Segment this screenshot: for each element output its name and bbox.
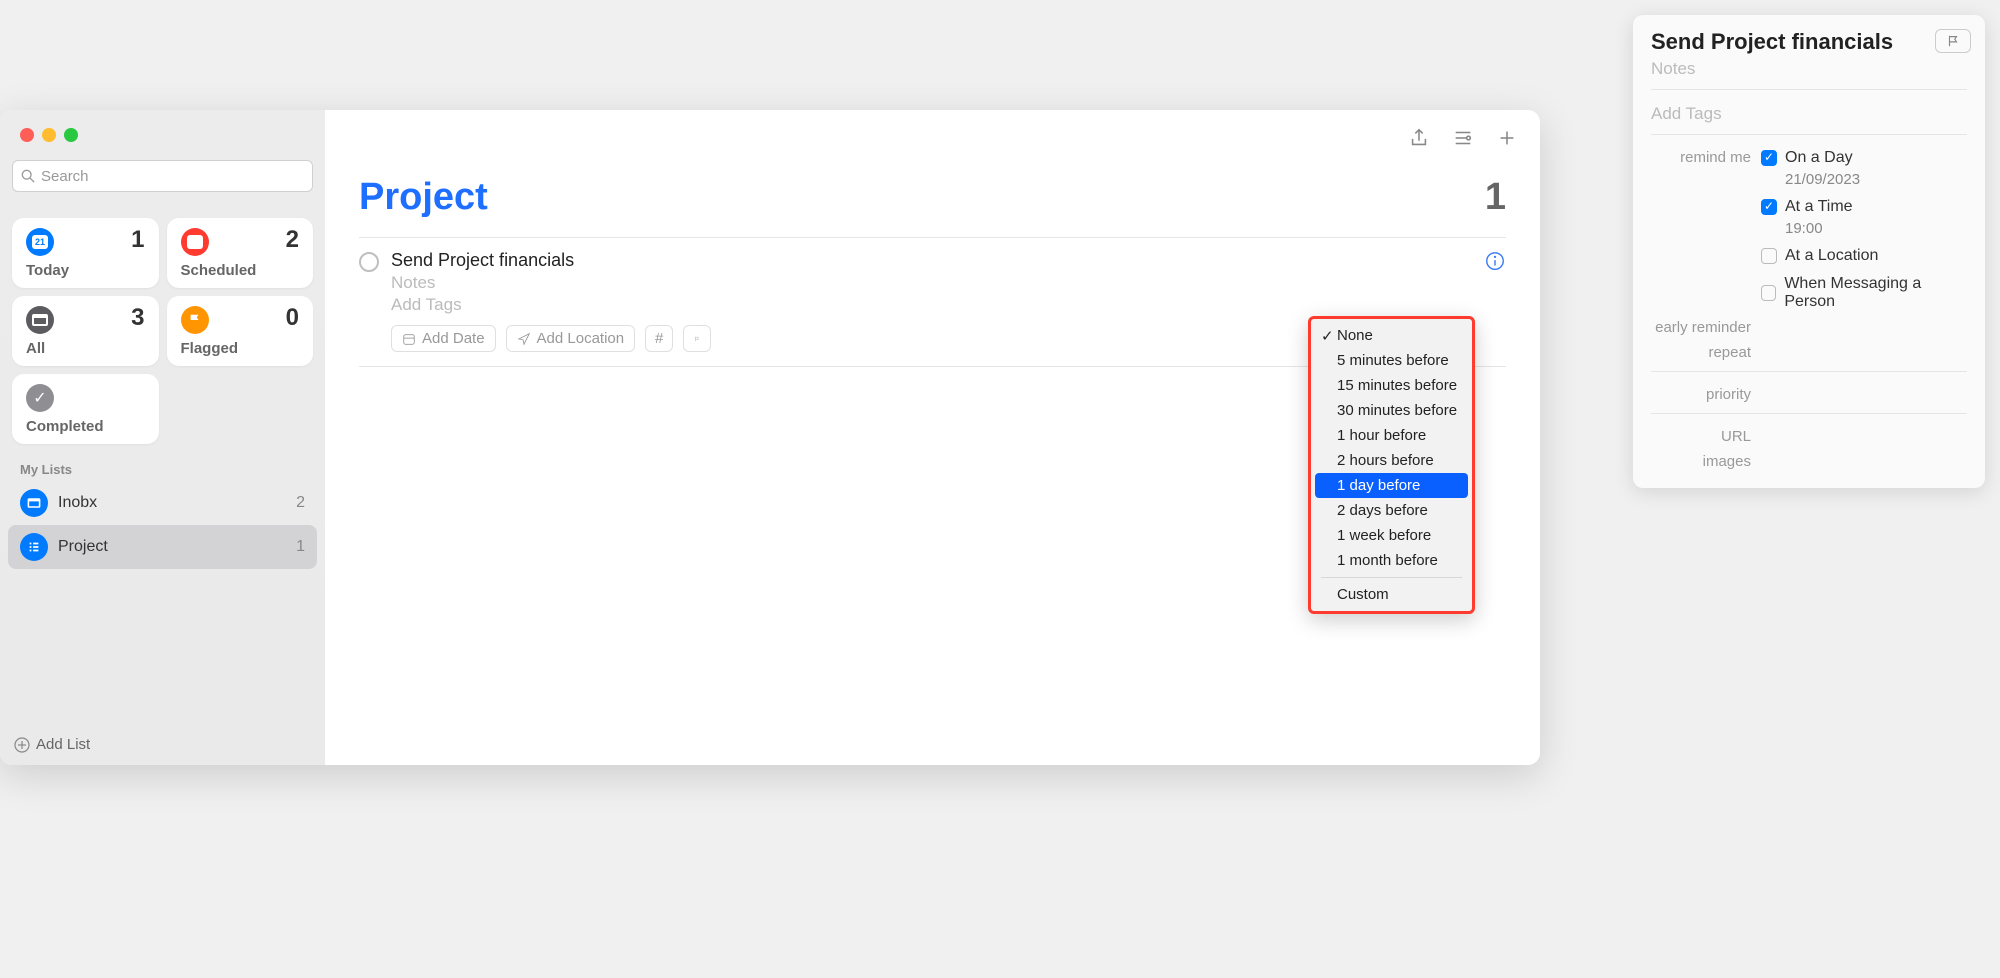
dropdown-item-custom[interactable]: Custom [1315,582,1468,607]
search-placeholder: Search [41,168,89,185]
at-a-location-label: At a Location [1785,247,1878,265]
toolbar [325,110,1540,166]
at-a-time-label: At a Time [1785,198,1853,216]
tag-chip[interactable]: # [645,325,673,352]
dropdown-item-none[interactable]: None [1315,323,1468,348]
dropdown-item-1hour[interactable]: 1 hour before [1315,423,1468,448]
info-button[interactable] [1484,250,1506,277]
calendar-today-icon: 21 [26,228,54,256]
smart-today[interactable]: 21 1 Today [12,218,159,288]
hash-label: # [655,330,663,347]
on-a-day-value[interactable]: 21/09/2023 [1785,171,1967,188]
add-date-chip[interactable]: Add Date [391,325,496,352]
details-panel: Send Project financials Notes Add Tags r… [1633,15,1985,488]
flag-chip[interactable] [683,325,711,352]
dropdown-item-15min[interactable]: 15 minutes before [1315,373,1468,398]
inbox-label: Inobx [58,494,97,512]
project-label: Project [58,538,108,556]
minimize-window-button[interactable] [42,128,56,142]
url-label: URL [1651,428,1761,445]
on-a-day-checkbox[interactable]: On a Day [1761,149,1967,167]
view-options-button[interactable] [1450,125,1476,151]
smart-lists: 21 1 Today 2 Scheduled 3 All 0 Flagged ✓ [0,200,325,452]
flag-icon [694,332,700,346]
all-count: 3 [131,304,144,332]
close-window-button[interactable] [20,128,34,142]
repeat-label: repeat [1651,344,1761,361]
list-project[interactable]: Project 1 [8,525,317,569]
list-inbox[interactable]: Inobx 2 [8,481,317,525]
images-label: images [1651,453,1761,470]
dropdown-item-30min[interactable]: 30 minutes before [1315,398,1468,423]
task-tags-placeholder[interactable]: Add Tags [391,295,574,315]
search-icon [21,169,35,183]
at-a-location-checkbox[interactable]: At a Location [1761,247,1967,265]
today-count: 1 [131,226,144,254]
tray-icon [26,306,54,334]
remind-me-label: remind me [1651,149,1761,166]
dropdown-item-5min[interactable]: 5 minutes before [1315,348,1468,373]
at-a-time-value[interactable]: 19:00 [1785,220,1967,237]
dropdown-item-2days[interactable]: 2 days before [1315,498,1468,523]
at-a-time-checkbox[interactable]: At a Time [1761,198,1967,216]
priority-label: priority [1651,386,1761,403]
inbox-count: 2 [296,494,305,512]
list-icon [20,533,48,561]
my-lists-header: My Lists [0,452,325,481]
complete-checkbox[interactable] [359,252,379,272]
tray-icon [20,489,48,517]
all-label: All [26,340,145,357]
when-messaging-checkbox[interactable]: When Messaging a Person [1761,275,1967,311]
smart-flagged[interactable]: 0 Flagged [167,296,314,366]
share-button[interactable] [1406,125,1432,151]
scheduled-label: Scheduled [181,262,300,279]
maximize-window-button[interactable] [64,128,78,142]
dropdown-item-1month[interactable]: 1 month before [1315,548,1468,573]
add-date-label: Add Date [422,330,485,347]
details-notes-placeholder[interactable]: Notes [1651,55,1967,83]
traffic-lights [0,110,325,152]
details-tags-placeholder[interactable]: Add Tags [1651,100,1967,128]
calendar-icon [181,228,209,256]
on-a-day-label: On a Day [1785,149,1853,167]
add-list-label: Add List [36,736,90,753]
add-reminder-button[interactable] [1494,125,1520,151]
early-reminder-dropdown: None 5 minutes before 15 minutes before … [1308,316,1475,614]
details-title[interactable]: Send Project financials [1651,29,1967,55]
when-messaging-label: When Messaging a Person [1784,275,1967,311]
flag-icon [181,306,209,334]
list-title: Project [359,176,488,219]
sidebar: Search 21 1 Today 2 Scheduled 3 All 0 Fl… [0,110,325,765]
add-location-chip[interactable]: Add Location [506,325,636,352]
early-reminder-label: early reminder [1651,319,1761,336]
details-flag-button[interactable] [1935,29,1971,53]
search-input[interactable]: Search [12,160,313,192]
scheduled-count: 2 [286,226,299,254]
task-title[interactable]: Send Project financials [391,250,574,271]
plus-circle-icon [14,737,30,753]
add-location-label: Add Location [537,330,625,347]
add-list-button[interactable]: Add List [0,724,325,765]
today-label: Today [26,262,145,279]
project-count: 1 [296,538,305,556]
dropdown-item-2hours[interactable]: 2 hours before [1315,448,1468,473]
task-notes-placeholder[interactable]: Notes [391,273,574,293]
flagged-count: 0 [286,304,299,332]
dropdown-item-1day[interactable]: 1 day before [1315,473,1468,498]
completed-label: Completed [26,418,145,435]
smart-all[interactable]: 3 All [12,296,159,366]
list-task-count: 1 [1485,176,1506,219]
flagged-label: Flagged [181,340,300,357]
smart-completed[interactable]: ✓ Completed [12,374,159,444]
check-icon: ✓ [26,384,54,412]
list-header: Project 1 [325,166,1540,229]
smart-scheduled[interactable]: 2 Scheduled [167,218,314,288]
flag-icon [1946,34,1960,48]
dropdown-item-1week[interactable]: 1 week before [1315,523,1468,548]
